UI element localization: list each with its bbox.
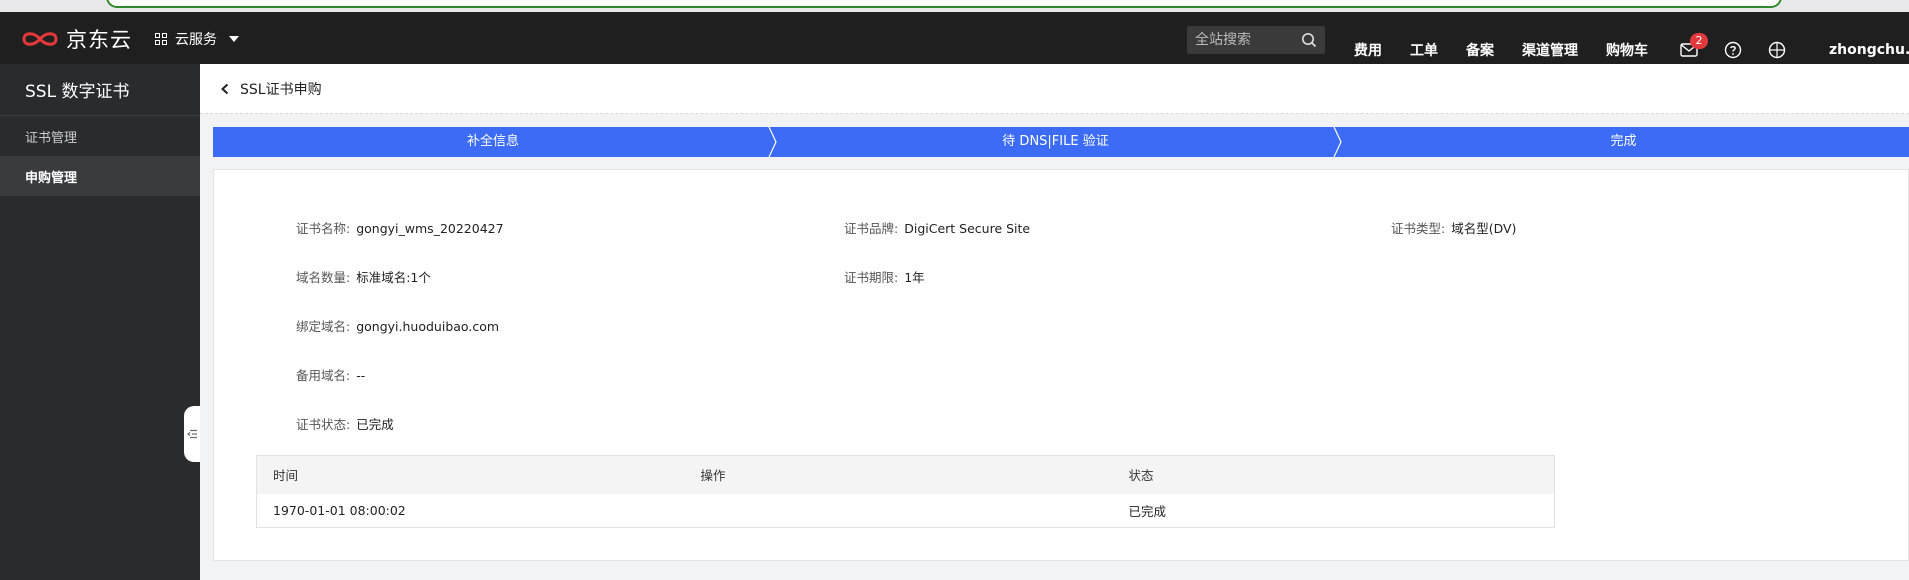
field-value: DigiCert Secure Site [904, 221, 1031, 236]
field-domain-count: 域名数量: 标准域名:1个 [296, 267, 431, 286]
help-icon[interactable] [1724, 41, 1742, 59]
global-search [1187, 26, 1325, 54]
address-bar[interactable] [106, 0, 1782, 8]
field-label: 绑定域名: [296, 319, 351, 334]
progress-steps: 补全信息 待 DNS|FILE 验证 完成 [213, 127, 1909, 157]
column-header-status: 状态 [1112, 455, 1555, 494]
field-value: 标准域名:1个 [356, 270, 431, 285]
cloud-services-menu[interactable]: 云服务 [155, 27, 239, 51]
field-value: 1年 [904, 270, 925, 285]
cell-status: 已完成 [1128, 503, 1167, 519]
back-arrow-icon[interactable] [218, 82, 232, 96]
nav-channel-management[interactable]: 渠道管理 [1522, 40, 1578, 60]
field-label: 证书品牌: [844, 221, 899, 236]
sidebar-item-label: 证书管理 [25, 130, 78, 146]
sidebar-item-label: 申购管理 [25, 170, 78, 186]
field-cert-brand: 证书品牌: DigiCert Secure Site [844, 218, 1030, 237]
step-done: 完成 [1610, 134, 1637, 149]
field-alternate-domain: 备用域名: -- [296, 365, 365, 384]
search-input[interactable] [1195, 32, 1295, 48]
sidebar-item-certificate-management[interactable]: 证书管理 [0, 116, 200, 156]
field-value: gongyi.huoduibao.com [356, 319, 500, 334]
nav-filing[interactable]: 备案 [1466, 40, 1494, 60]
field-cert-period: 证书期限: 1年 [844, 267, 925, 286]
message-count-badge: 2 [1690, 33, 1708, 49]
field-value: -- [356, 368, 366, 383]
field-label: 备用域名: [296, 368, 351, 383]
caret-down-icon [229, 36, 239, 42]
page-header: SSL证书申购 [200, 64, 1909, 114]
language-globe-icon[interactable] [1768, 41, 1786, 59]
sidebar-title: SSL 数字证书 [0, 64, 200, 116]
grid-icon [155, 33, 167, 45]
column-header-time: 时间 [256, 455, 685, 494]
field-label: 域名数量: [296, 270, 351, 285]
search-icon[interactable] [1301, 32, 1317, 48]
nav-cart[interactable]: 购物车 [1606, 40, 1648, 60]
table-header-row: 时间 操作 状态 [256, 455, 1555, 494]
nav-tickets[interactable]: 工单 [1410, 40, 1438, 60]
cell-time: 1970-01-01 08:00:02 [273, 502, 406, 518]
logo-text: 京东云 [66, 28, 132, 52]
cloud-services-label: 云服务 [175, 32, 217, 48]
collapse-menu-icon [187, 429, 197, 439]
step-complete-info: 补全信息 [466, 134, 519, 149]
field-bound-domain: 绑定域名: gongyi.huoduibao.com [296, 316, 499, 335]
sidebar-collapse-toggle[interactable] [184, 406, 200, 462]
field-value: 域名型(DV) [1451, 221, 1517, 236]
sidebar: SSL 数字证书 证书管理 申购管理 [0, 64, 200, 580]
operation-log-table: 时间 操作 状态 1970-01-01 08:00:02 已完成 [256, 455, 1555, 528]
page-title: SSL证书申购 [240, 81, 322, 98]
browser-chrome [0, 0, 1909, 12]
certificate-detail-card: 证书名称: gongyi_wms_20220427 证书品牌: DigiCert S… [213, 169, 1909, 561]
sidebar-item-purchase-management[interactable]: 申购管理 [0, 156, 200, 196]
table-row: 1970-01-01 08:00:02 已完成 [257, 494, 1555, 528]
field-label: 证书状态: [296, 417, 351, 432]
field-cert-name: 证书名称: gongyi_wms_20220427 [296, 218, 504, 237]
step-dns-file-verify: 待 DNS|FILE 验证 [1002, 134, 1109, 149]
field-label: 证书期限: [844, 270, 899, 285]
field-label: 证书类型: [1391, 221, 1446, 236]
field-label: 证书名称: [296, 221, 351, 236]
field-value: gongyi_wms_20220427 [356, 221, 504, 236]
column-header-operation: 操作 [684, 455, 1113, 494]
field-value: 已完成 [356, 417, 394, 432]
logo[interactable]: 京东云 [20, 27, 132, 52]
cell-operation [685, 494, 1113, 528]
field-cert-status: 证书状态: 已完成 [296, 414, 394, 433]
message-icon[interactable]: 2 [1680, 33, 1708, 59]
jdcloud-logo-icon [22, 32, 58, 46]
field-cert-type: 证书类型: 域名型(DV) [1391, 218, 1516, 237]
top-nav-bar: 京东云 云服务 费用 工单 备案 渠道管理 购物车 2 zhongchu... [0, 12, 1909, 64]
nav-billing[interactable]: 费用 [1354, 40, 1382, 60]
